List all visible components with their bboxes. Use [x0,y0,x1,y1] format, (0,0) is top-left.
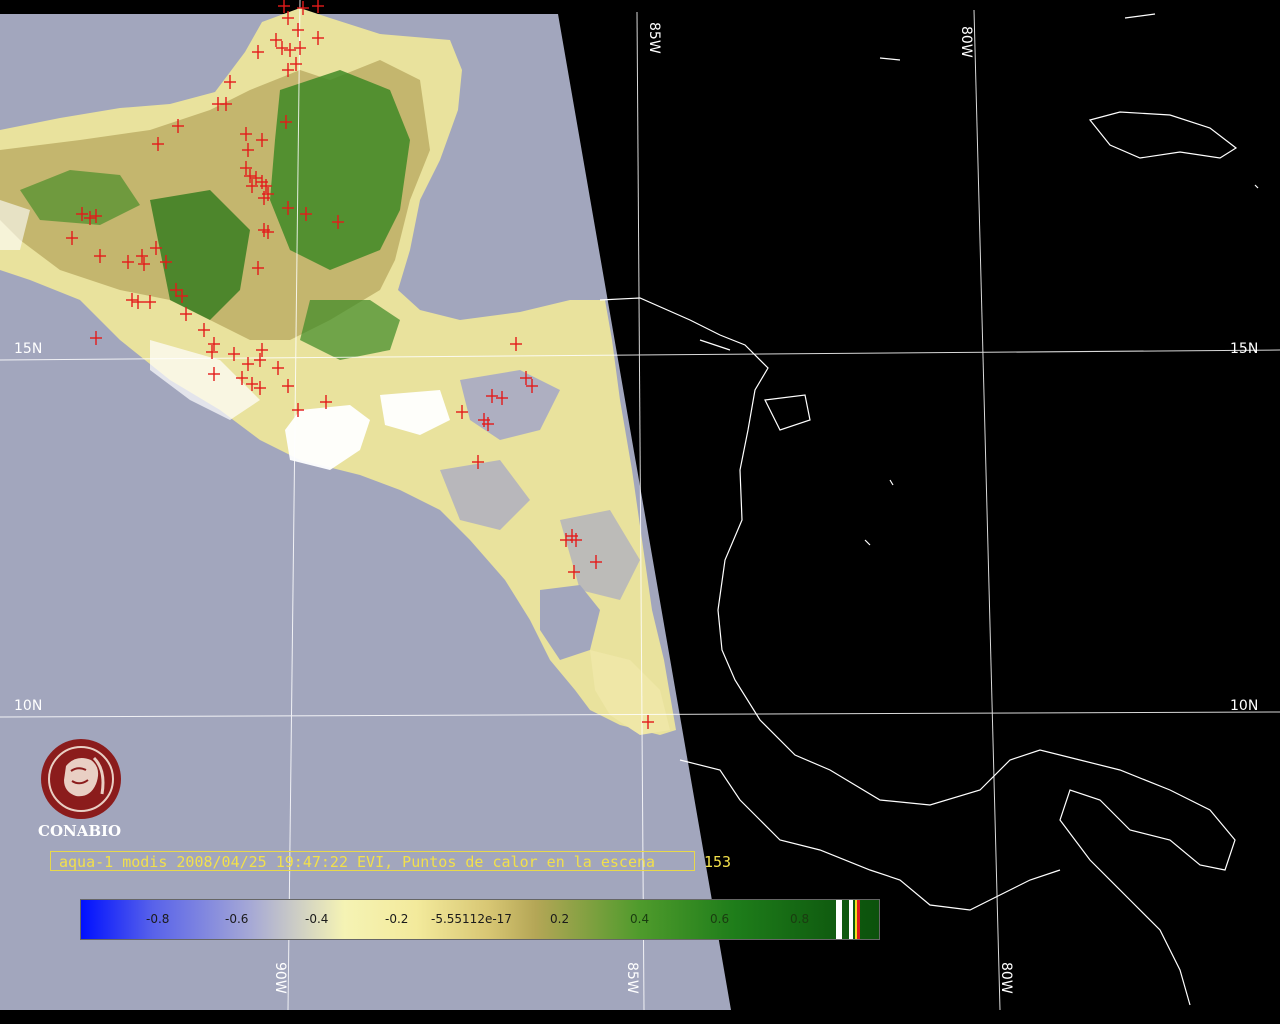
colorbar-tick: 0.2 [550,912,570,926]
colorbar-tick: -5.55112e-17 [431,912,512,926]
colorbar-tick: 0.4 [630,912,650,926]
colorbar-tick: -0.2 [385,912,409,926]
conabio-logo-icon [36,736,126,826]
lon-label-85w-top: 85W [646,22,662,54]
colorbar-white-stripe [836,900,842,939]
colorbar-white-stripe-2 [849,900,853,939]
colorbar-tick: 0.8 [790,912,810,926]
colorbar-red-stripe [857,900,860,939]
colorbar-tick: 0.6 [710,912,730,926]
logo-text: CONABIO [38,822,122,840]
lon-label-80w-top: 80W [958,26,974,58]
hotspot-count: 153 [704,853,732,871]
lon-label-80w-bottom: 80W [998,962,1014,994]
lat-label-15n: 15N [14,341,43,357]
colorbar-tick: -0.4 [305,912,329,926]
lon-line-80w [973,9,1001,1011]
lat-label-15n-right: 15N [1230,341,1259,357]
evi-colorbar: -0.8 -0.6 -0.4 -0.2 -5.55112e-17 0.2 0.4… [80,899,880,940]
colorbar-tick: -0.8 [146,912,170,926]
lon-label-90w-bottom: 90W [272,962,288,994]
lat-label-10n-right: 10N [1230,698,1259,714]
scene-caption: aqua-1 modis 2008/04/25 19:47:22 EVI, Pu… [50,851,695,871]
lon-label-85w-bottom: 85W [624,962,640,994]
lat-label-10n: 10N [14,698,43,714]
colorbar-tick: -0.6 [225,912,249,926]
